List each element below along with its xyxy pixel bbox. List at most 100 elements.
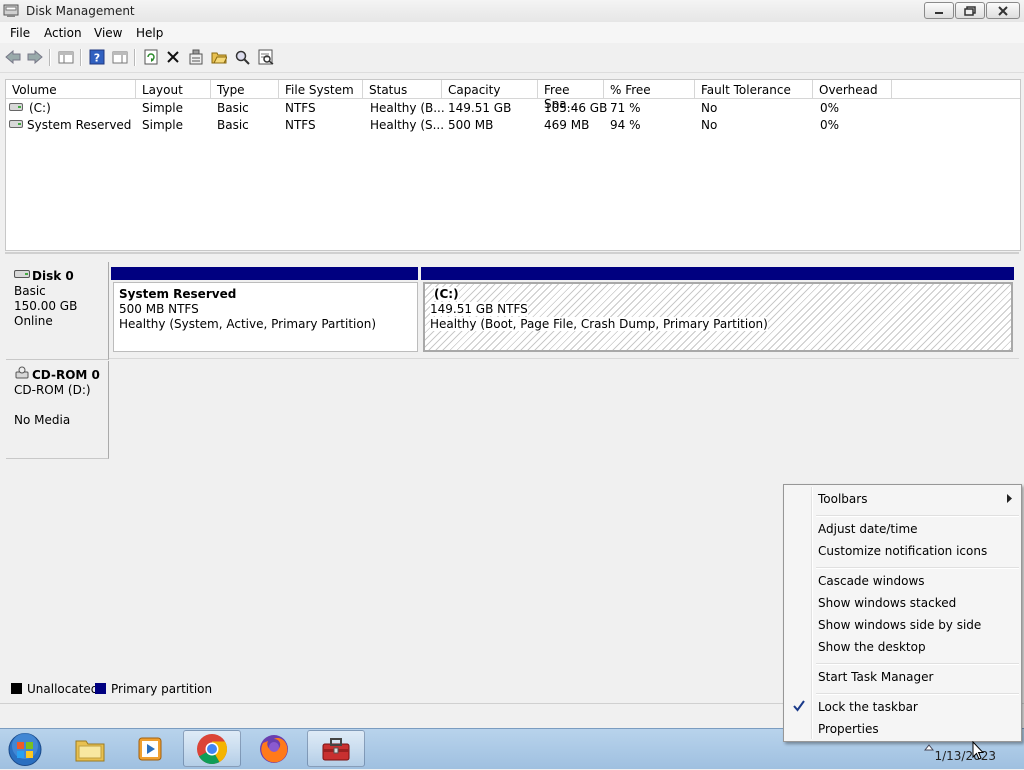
title-bar: Disk Management [0, 0, 1024, 23]
forward-button[interactable] [25, 48, 45, 66]
partition-c[interactable]: (C:) 149.51 GB NTFS Healthy (Boot, Page … [423, 282, 1013, 352]
menu-item-customize-notification-icons[interactable]: Customize notification icons [818, 544, 987, 558]
back-button[interactable] [3, 48, 23, 66]
disk-name: Disk 0 [32, 269, 74, 283]
delete-button[interactable] [163, 48, 183, 66]
menu-item-show-the-desktop[interactable]: Show the desktop [818, 640, 926, 654]
column-header-free-space[interactable]: Free Spa... [538, 80, 604, 111]
properties2-icon [189, 49, 203, 65]
cdrom-0-label[interactable]: CD-ROM 0 CD-ROM (D:) No Media [6, 361, 109, 459]
menu-view[interactable]: View [94, 26, 122, 40]
folder-icon [75, 740, 105, 761]
taskbar-media-player[interactable] [121, 730, 179, 767]
firefox-icon [260, 734, 288, 763]
column-header-percent-free[interactable]: % Free [604, 80, 695, 99]
volume-type: Basic [217, 101, 249, 115]
drive-icon [9, 103, 23, 111]
taskbar-explorer[interactable] [61, 730, 119, 767]
window-title: Disk Management [26, 4, 135, 18]
legend: Unallocated Primary partition [5, 679, 805, 699]
column-header-volume[interactable]: Volume [6, 80, 136, 99]
show-hide-console-tree-icon [58, 51, 74, 64]
menu-item-lock-the-taskbar[interactable]: Lock the taskbar [818, 700, 918, 714]
submenu-arrow-icon [1007, 494, 1012, 503]
column-header-type[interactable]: Type [211, 80, 279, 99]
disk-size: 150.00 GB [14, 299, 78, 313]
disk-map: Disk 0 Basic 150.00 GB Online System Res… [5, 252, 1019, 460]
show-hide-tree-button[interactable] [56, 48, 76, 66]
menu-item-show-windows-side-by-side[interactable]: Show windows side by side [818, 618, 981, 632]
mouse-cursor-icon [972, 741, 984, 760]
refresh-button[interactable] [141, 48, 161, 66]
volume-file-system: NTFS [285, 101, 316, 115]
volume-capacity: 149.51 GB [448, 101, 512, 115]
clock-date[interactable]: 1/13/2023 [934, 749, 996, 763]
drive-icon [9, 120, 23, 128]
menu-item-show-windows-stacked[interactable]: Show windows stacked [818, 596, 956, 610]
column-header-file-system[interactable]: File System [279, 80, 363, 99]
menu-help[interactable]: Help [136, 26, 163, 40]
rescan-icon [258, 49, 274, 65]
disk-icon [14, 270, 30, 278]
minimize-button[interactable] [924, 2, 954, 19]
close-button[interactable] [986, 2, 1020, 19]
volume-name: (C:) [29, 101, 51, 115]
column-header-status[interactable]: Status [363, 80, 442, 99]
partition-status: Healthy (System, Active, Primary Partiti… [119, 317, 377, 331]
volume-layout: Simple [142, 118, 183, 132]
menu-file[interactable]: File [10, 26, 30, 40]
delete-icon [167, 51, 179, 63]
disk-type: Basic [14, 284, 46, 298]
volume-capacity: 500 MB [448, 118, 494, 132]
volume-list: Volume Layout Type File System Status Ca… [5, 79, 1021, 251]
volume-type: Basic [217, 118, 249, 132]
explore-button[interactable] [232, 48, 252, 66]
volume-status: Healthy (B... [370, 101, 445, 115]
cdrom-name: CD-ROM 0 [32, 368, 100, 382]
menu-item-cascade-windows[interactable]: Cascade windows [818, 574, 925, 588]
column-header-layout[interactable]: Layout [136, 80, 211, 99]
cdrom-status: No Media [14, 413, 71, 427]
help-button[interactable]: ? [87, 48, 107, 66]
menu-item-toolbars[interactable]: Toolbars [818, 492, 867, 506]
legend-swatch-unallocated [11, 683, 22, 694]
volume-status: Healthy (S... [370, 118, 445, 132]
open-button[interactable] [209, 48, 229, 66]
properties-button[interactable] [186, 48, 206, 66]
disk-management-icon [3, 4, 19, 17]
checkmark-icon [793, 700, 805, 712]
show-hidden-icons-arrow-icon[interactable] [924, 743, 934, 751]
volume-percent-free: 94 % [610, 118, 641, 132]
media-player-icon [138, 737, 162, 760]
restore-button[interactable] [955, 2, 985, 19]
taskbar-firefox[interactable] [245, 730, 303, 767]
rescan-button[interactable] [256, 48, 276, 66]
back-icon [5, 50, 21, 64]
partition-fs: 149.51 GB NTFS [430, 302, 528, 316]
menu-item-properties[interactable]: Properties [818, 722, 879, 736]
partition-bar-system-reserved [111, 267, 418, 280]
volume-name: System Reserved [27, 118, 132, 132]
volume-free-space: 105.46 GB [544, 101, 608, 115]
properties-view-button[interactable] [110, 48, 130, 66]
partition-fs: 500 MB NTFS [119, 302, 199, 316]
column-header-fault-tolerance[interactable]: Fault Tolerance [695, 80, 813, 99]
taskbar-context-menu: Toolbars Adjust date/time Customize noti… [783, 484, 1022, 742]
start-button[interactable] [4, 732, 46, 767]
explore-icon [235, 50, 250, 65]
disk-0-label[interactable]: Disk 0 Basic 150.00 GB Online [6, 262, 109, 360]
cdrom-icon [15, 366, 29, 379]
refresh-icon [144, 49, 158, 65]
forward-icon [27, 50, 43, 64]
partition-system-reserved[interactable]: System Reserved 500 MB NTFS Healthy (Sys… [113, 282, 418, 352]
taskbar-chrome[interactable] [183, 730, 241, 767]
volume-file-system: NTFS [285, 118, 316, 132]
column-header-capacity[interactable]: Capacity [442, 80, 538, 99]
column-header-overhead[interactable]: Overhead [813, 80, 892, 99]
menu-action[interactable]: Action [44, 26, 82, 40]
volume-fault-tolerance: No [701, 118, 718, 132]
taskbar-computer-management[interactable] [307, 730, 365, 767]
menu-item-start-task-manager[interactable]: Start Task Manager [818, 670, 933, 684]
windows-start-icon [8, 733, 42, 766]
menu-item-adjust-date-time[interactable]: Adjust date/time [818, 522, 918, 536]
